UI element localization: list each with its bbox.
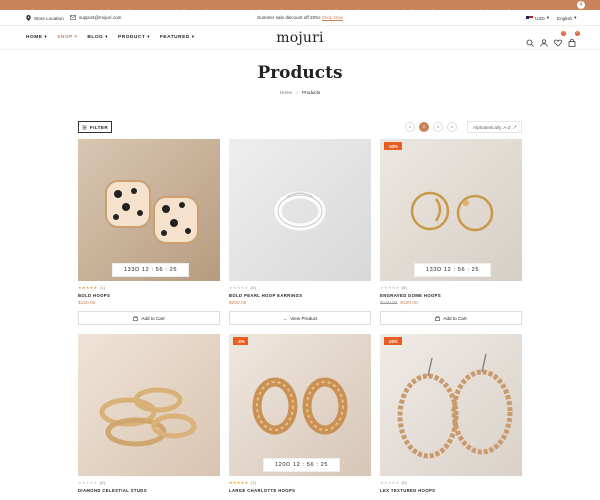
account-icon[interactable] (540, 34, 548, 47)
site-logo[interactable]: mojuri (0, 30, 600, 46)
countdown-timer: 133D 12 : 56 : 25 (414, 263, 491, 277)
chevron-down-icon: ▾ (574, 15, 577, 20)
review-count: (0) (401, 285, 408, 290)
product-price: $150.00 (78, 301, 95, 306)
review-count: (1) (99, 285, 106, 290)
star-icon: ★ (395, 480, 400, 485)
product-image[interactable]: -3% 120D 12 : 56 : 25 (229, 334, 371, 476)
product-name[interactable]: LEX TEXTURED HOOPS (380, 488, 435, 493)
main-header: HOME ▾ SHOP ▾ BLOG ▾ PRODUCT ▾ FEATURED ▾ mo… (0, 26, 600, 50)
product-image[interactable]: -20% (380, 334, 522, 476)
countdown-timer: 133D 12 : 56 : 25 (112, 263, 189, 277)
star-icon: ★ (244, 285, 249, 290)
product-price: $150.00 $100.00 (380, 301, 418, 306)
star-icon: ★ (93, 285, 98, 290)
sort-select[interactable]: Alphabetically, A-Z (467, 121, 522, 133)
button-label: Add to Cart (141, 315, 165, 321)
us-flag-icon (526, 16, 533, 20)
button-label: View Product (290, 315, 318, 321)
arrow-right-icon: → (282, 315, 288, 321)
view-product-button[interactable]: → View Product (229, 311, 371, 325)
product-rating: ★★★★★ (0) (229, 285, 256, 290)
language-selector[interactable]: English ▾ (557, 15, 576, 21)
add-to-cart-button[interactable]: Add to Cart (78, 311, 220, 325)
button-label: Add to Cart (443, 315, 467, 321)
add-to-cart-button[interactable]: Add to Cart (380, 311, 522, 325)
product-rating: ★★★★★ (1) (78, 285, 105, 290)
product-name[interactable]: ENGRAVED DOME HOOPS (380, 293, 441, 298)
sale-badge: -33% (384, 142, 402, 150)
review-count: (0) (401, 480, 408, 485)
breadcrumb: Home › Products (0, 90, 600, 95)
star-icon: ★ (93, 480, 98, 485)
product-name[interactable]: LARGE CHARLOTTE HOOPS (229, 488, 295, 493)
grid-view-1-button[interactable]: 1 (405, 122, 415, 132)
sale-badge: -20% (384, 337, 402, 345)
current-price: $150.00 (78, 301, 96, 306)
review-count: (0) (99, 480, 106, 485)
product-rating: ★★★★★ (1) (229, 480, 256, 485)
currency-value: USD (535, 15, 545, 21)
product-card[interactable]: -20% ★★★★★ (0) LEX TEXTURED HOOPS (380, 334, 522, 500)
sort-icon (512, 125, 517, 129)
promo-text: Summer sale discount off 20%! Shop Now (0, 15, 600, 20)
product-card[interactable]: -3% 120D 12 : 56 : 25 ★★★★★ (1) LARGE CHARLO… (229, 334, 371, 500)
filter-button[interactable]: FILTER (78, 121, 112, 133)
product-name[interactable]: BOLD HOOPS (78, 293, 110, 298)
bag-icon (133, 315, 139, 321)
product-image[interactable] (78, 334, 220, 476)
search-icon[interactable] (526, 34, 534, 47)
product-name[interactable]: DIAMOND CELESTIAL STUDS (78, 488, 147, 493)
cart-icon[interactable]: 0 (568, 31, 580, 47)
filter-icon (82, 124, 87, 130)
review-count: (1) (250, 480, 257, 485)
breadcrumb-home[interactable]: Home (280, 90, 292, 95)
current-price: $100.00 (400, 301, 418, 306)
star-icon: ★ (395, 285, 400, 290)
shop-now-link[interactable]: Shop Now (322, 15, 343, 20)
currency-selector[interactable]: USD ▾ (526, 15, 549, 21)
product-rating: ★★★★★ (0) (380, 285, 407, 290)
product-name[interactable]: BOLD PEARL HOOP EARRINGS (229, 293, 302, 298)
sale-badge: -3% (233, 337, 249, 345)
product-price: $200.00 (229, 301, 246, 306)
star-icon: ★ (244, 480, 249, 485)
grid-view-2-button[interactable]: 2 (419, 122, 429, 132)
header-icons: 0 0 (526, 31, 580, 47)
bag-icon (435, 315, 441, 321)
wishlist-icon[interactable]: 0 (554, 31, 566, 47)
product-image[interactable]: 133D 12 : 56 : 25 (78, 139, 220, 281)
grid-view-3-button[interactable]: 3 (433, 122, 443, 132)
product-rating: ★★★★★ (0) (78, 480, 105, 485)
grid-view-switcher: 1234 (405, 122, 457, 132)
page-title: Products (257, 63, 343, 83)
wishlist-count-badge: 0 (561, 31, 566, 36)
cart-count-badge: 0 (575, 31, 580, 36)
current-price: $200.00 (229, 301, 247, 306)
countdown-timer: 120D 12 : 56 : 25 (263, 458, 340, 472)
top-info-bar: Store Location support@mojuri.com Summer… (0, 10, 600, 26)
chevron-down-icon: ▾ (546, 15, 550, 20)
review-count: (0) (250, 285, 257, 290)
product-image[interactable]: -33% 133D 12 : 56 : 25 (380, 139, 522, 281)
marquee-bubble: 4 (577, 1, 585, 9)
product-card[interactable]: ★★★★★ (0) DIAMOND CELESTIAL STUDS (78, 334, 220, 500)
breadcrumb-current: Products (302, 90, 321, 95)
product-rating: ★★★★★ (0) (380, 480, 407, 485)
old-price: $150.00 (380, 301, 398, 306)
sort-value: Alphabetically, A-Z (473, 124, 511, 130)
promo-message: Summer sale discount off 20%! (257, 15, 321, 20)
language-value: English (557, 15, 573, 21)
product-image[interactable] (229, 139, 371, 281)
chevron-right-icon: › (296, 90, 298, 95)
filter-label: FILTER (89, 124, 109, 130)
grid-view-4-button[interactable]: 4 (447, 122, 457, 132)
announcement-marquee: Summer sale discount off 35%Summer sale … (0, 0, 600, 10)
